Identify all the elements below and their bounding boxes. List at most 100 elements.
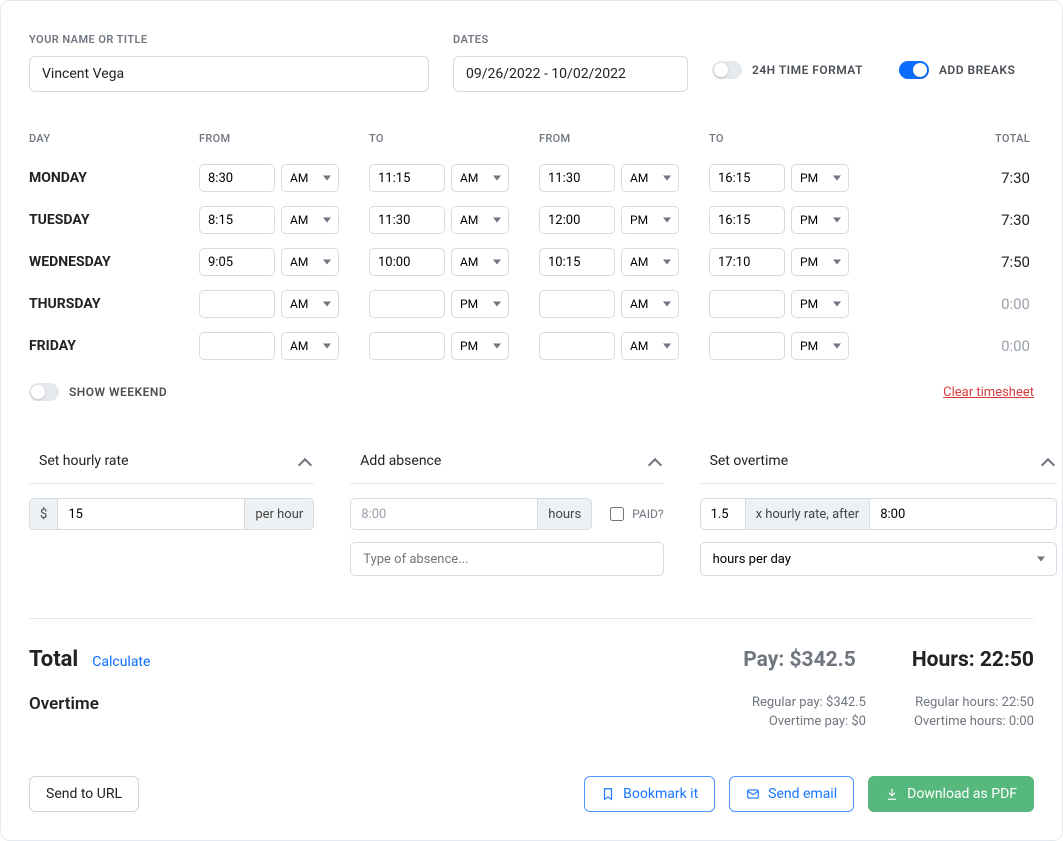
day-name: FRIDAY — [29, 338, 199, 354]
timesheet-row: THURSDAY — [29, 283, 1034, 325]
toggle-show-weekend[interactable]: SHOW WEEKEND — [29, 383, 167, 401]
col-from2: FROM — [539, 132, 709, 145]
ampm-select[interactable] — [791, 290, 849, 318]
time-input[interactable] — [539, 248, 615, 276]
chevron-up-icon — [650, 456, 660, 466]
time-input[interactable] — [369, 332, 445, 360]
paid-checkbox-input[interactable] — [610, 507, 624, 521]
time-input[interactable] — [199, 164, 275, 192]
row-total: 7:30 — [879, 169, 1034, 187]
dates-label: DATES — [453, 33, 688, 46]
toggle-24h[interactable]: 24H TIME FORMAT — [712, 61, 863, 79]
ampm-select[interactable] — [451, 290, 509, 318]
toggle-breaks[interactable]: ADD BREAKS — [899, 61, 1015, 79]
total-label: Total — [29, 647, 78, 672]
day-name: MONDAY — [29, 170, 199, 186]
col-day: DAY — [29, 132, 199, 145]
ampm-select[interactable] — [451, 164, 509, 192]
send-email-button[interactable]: Send email — [729, 776, 854, 812]
hours-total: Hours: 22:50 — [912, 648, 1034, 672]
dates-input[interactable] — [453, 56, 688, 92]
time-input[interactable] — [369, 164, 445, 192]
ot-unit-select[interactable] — [700, 542, 1058, 576]
overtime-label: Overtime — [29, 694, 99, 714]
row-total: 0:00 — [879, 295, 1034, 313]
time-input[interactable] — [539, 332, 615, 360]
timesheet-row: TUESDAY — [29, 199, 1034, 241]
time-input[interactable] — [199, 290, 275, 318]
ampm-select[interactable] — [451, 332, 509, 360]
ampm-select[interactable] — [621, 248, 679, 276]
ot-rate-addon: x hourly rate, after — [746, 498, 871, 530]
ampm-select[interactable] — [621, 206, 679, 234]
ampm-select[interactable] — [621, 290, 679, 318]
hourly-rate-input[interactable] — [58, 498, 245, 530]
ot-multiplier-input[interactable] — [700, 498, 746, 530]
time-input[interactable] — [539, 290, 615, 318]
time-input[interactable] — [369, 206, 445, 234]
ampm-select[interactable] — [281, 206, 339, 234]
time-input[interactable] — [709, 206, 785, 234]
ampm-select[interactable] — [451, 248, 509, 276]
ampm-select[interactable] — [791, 164, 849, 192]
paid-checkbox[interactable]: PAID? — [610, 507, 663, 521]
chevron-up-icon — [1043, 456, 1053, 466]
time-input[interactable] — [199, 206, 275, 234]
download-pdf-button[interactable]: Download as PDF — [868, 776, 1034, 812]
hours-addon: hours — [538, 498, 592, 530]
time-input[interactable] — [199, 248, 275, 276]
ampm-select[interactable] — [791, 332, 849, 360]
ampm-select[interactable] — [791, 248, 849, 276]
hours-breakdown: Regular hours: 22:50 Overtime hours: 0:0… — [914, 694, 1034, 732]
calculate-link[interactable]: Calculate — [92, 654, 150, 670]
ampm-select[interactable] — [791, 206, 849, 234]
name-input[interactable] — [29, 56, 429, 92]
time-input[interactable] — [709, 248, 785, 276]
absence-type-input[interactable] — [350, 542, 663, 576]
toggle-breaks-switch[interactable] — [899, 61, 929, 79]
absence-hours-input[interactable] — [350, 498, 538, 530]
ampm-select[interactable] — [451, 206, 509, 234]
toggle-24h-switch[interactable] — [712, 61, 742, 79]
ampm-select[interactable] — [281, 332, 339, 360]
toggle-breaks-label: ADD BREAKS — [939, 63, 1015, 77]
overtime-title: Set overtime — [710, 453, 789, 469]
overtime-accordion[interactable]: Set overtime — [700, 443, 1058, 484]
absence-accordion[interactable]: Add absence — [350, 443, 663, 484]
time-input[interactable] — [709, 290, 785, 318]
time-input[interactable] — [369, 290, 445, 318]
ampm-select[interactable] — [281, 248, 339, 276]
bookmark-button[interactable]: Bookmark it — [584, 776, 715, 812]
day-name: WEDNESDAY — [29, 254, 199, 270]
row-total: 0:00 — [879, 337, 1034, 355]
col-to2: TO — [709, 132, 879, 145]
mail-icon — [746, 787, 760, 801]
hourly-rate-accordion[interactable]: Set hourly rate — [29, 443, 314, 484]
col-from1: FROM — [199, 132, 369, 145]
ampm-select[interactable] — [621, 164, 679, 192]
clear-timesheet-link[interactable]: Clear timesheet — [943, 385, 1034, 400]
absence-title: Add absence — [360, 453, 441, 469]
send-to-url-button[interactable]: Send to URL — [29, 776, 139, 812]
time-input[interactable] — [369, 248, 445, 276]
name-label: YOUR NAME OR TITLE — [29, 33, 429, 46]
ampm-select[interactable] — [281, 290, 339, 318]
ampm-select[interactable] — [621, 332, 679, 360]
day-name: TUESDAY — [29, 212, 199, 228]
time-input[interactable] — [539, 164, 615, 192]
time-input[interactable] — [539, 206, 615, 234]
col-to1: TO — [369, 132, 539, 145]
toggle-show-weekend-switch[interactable] — [29, 383, 59, 401]
day-name: THURSDAY — [29, 296, 199, 312]
pay-total: Pay: $342.5 — [743, 648, 856, 672]
ampm-select[interactable] — [281, 164, 339, 192]
time-input[interactable] — [709, 332, 785, 360]
toggle-24h-label: 24H TIME FORMAT — [752, 63, 863, 77]
timesheet-row: FRIDAY — [29, 325, 1034, 367]
ot-after-input[interactable] — [870, 498, 1057, 530]
time-input[interactable] — [199, 332, 275, 360]
time-input[interactable] — [709, 164, 785, 192]
timesheet-row: MONDAY — [29, 157, 1034, 199]
timesheet-row: WEDNESDAY — [29, 241, 1034, 283]
download-icon — [885, 787, 899, 801]
